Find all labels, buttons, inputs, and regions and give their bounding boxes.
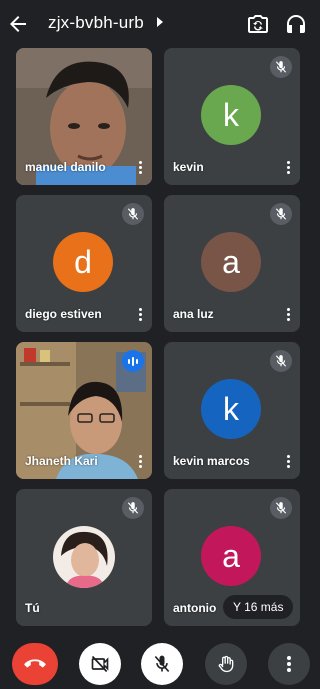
mic-off-icon <box>122 203 144 225</box>
camera-off-icon <box>91 655 109 673</box>
more-vert-icon[interactable] <box>283 161 293 175</box>
headphones-icon[interactable] <box>284 12 308 36</box>
more-vert-icon[interactable] <box>135 455 145 469</box>
more-vert-icon[interactable] <box>283 455 293 469</box>
raise-hand-button[interactable] <box>205 643 247 685</box>
participant-name: kevin marcos <box>173 454 250 468</box>
more-vert-icon <box>287 656 291 672</box>
switch-camera-icon[interactable] <box>246 12 270 36</box>
end-call-button[interactable] <box>12 643 58 685</box>
more-vert-icon[interactable] <box>135 161 145 175</box>
back-arrow-icon[interactable] <box>6 12 30 36</box>
avatar: k <box>201 85 261 145</box>
mic-off-icon <box>270 203 292 225</box>
avatar <box>53 526 115 588</box>
participant-tile-self[interactable]: Tú <box>16 489 152 626</box>
avatar: k <box>201 379 261 439</box>
end-call-icon <box>24 659 46 668</box>
participant-name: Tú <box>25 601 40 615</box>
mic-off-icon <box>270 497 292 519</box>
participant-name: antonio <box>173 601 217 615</box>
participant-tile-jhaneth-kari[interactable]: Jhaneth Kari <box>16 342 152 479</box>
participant-name: manuel danilo <box>25 160 106 174</box>
chevron-right-icon[interactable] <box>157 17 163 27</box>
participant-tile-ana-luz[interactable]: a ana luz <box>164 195 300 332</box>
call-controls <box>0 640 314 689</box>
meeting-code[interactable]: zjx-bvbh-urb <box>48 13 144 33</box>
more-vert-icon[interactable] <box>135 308 145 322</box>
more-vert-icon[interactable] <box>283 308 293 322</box>
speaking-indicator-icon <box>122 350 144 372</box>
mic-off-icon <box>122 497 144 519</box>
camera-toggle-button[interactable] <box>79 643 121 685</box>
mic-off-icon <box>270 350 292 372</box>
mic-off-icon <box>154 655 170 673</box>
participant-tile-kevin-marcos[interactable]: k kevin marcos <box>164 342 300 479</box>
avatar: d <box>53 232 113 292</box>
participant-tile-kevin[interactable]: k kevin <box>164 48 300 185</box>
top-bar: zjx-bvbh-urb <box>0 0 314 48</box>
mic-off-icon <box>270 56 292 78</box>
mic-toggle-button[interactable] <box>141 643 183 685</box>
more-options-button[interactable] <box>268 643 310 685</box>
avatar: a <box>201 232 261 292</box>
more-participants-chip[interactable]: Y 16 más <box>223 595 294 619</box>
raise-hand-icon <box>218 655 234 673</box>
participant-tile-manuel-danilo[interactable]: manuel danilo <box>16 48 152 185</box>
participant-name: kevin <box>173 160 204 174</box>
participant-tile-diego-estiven[interactable]: d diego estiven <box>16 195 152 332</box>
participant-name: ana luz <box>173 307 214 321</box>
avatar: a <box>201 526 261 586</box>
participant-name: diego estiven <box>25 307 102 321</box>
participant-name: Jhaneth Kari <box>25 454 98 468</box>
